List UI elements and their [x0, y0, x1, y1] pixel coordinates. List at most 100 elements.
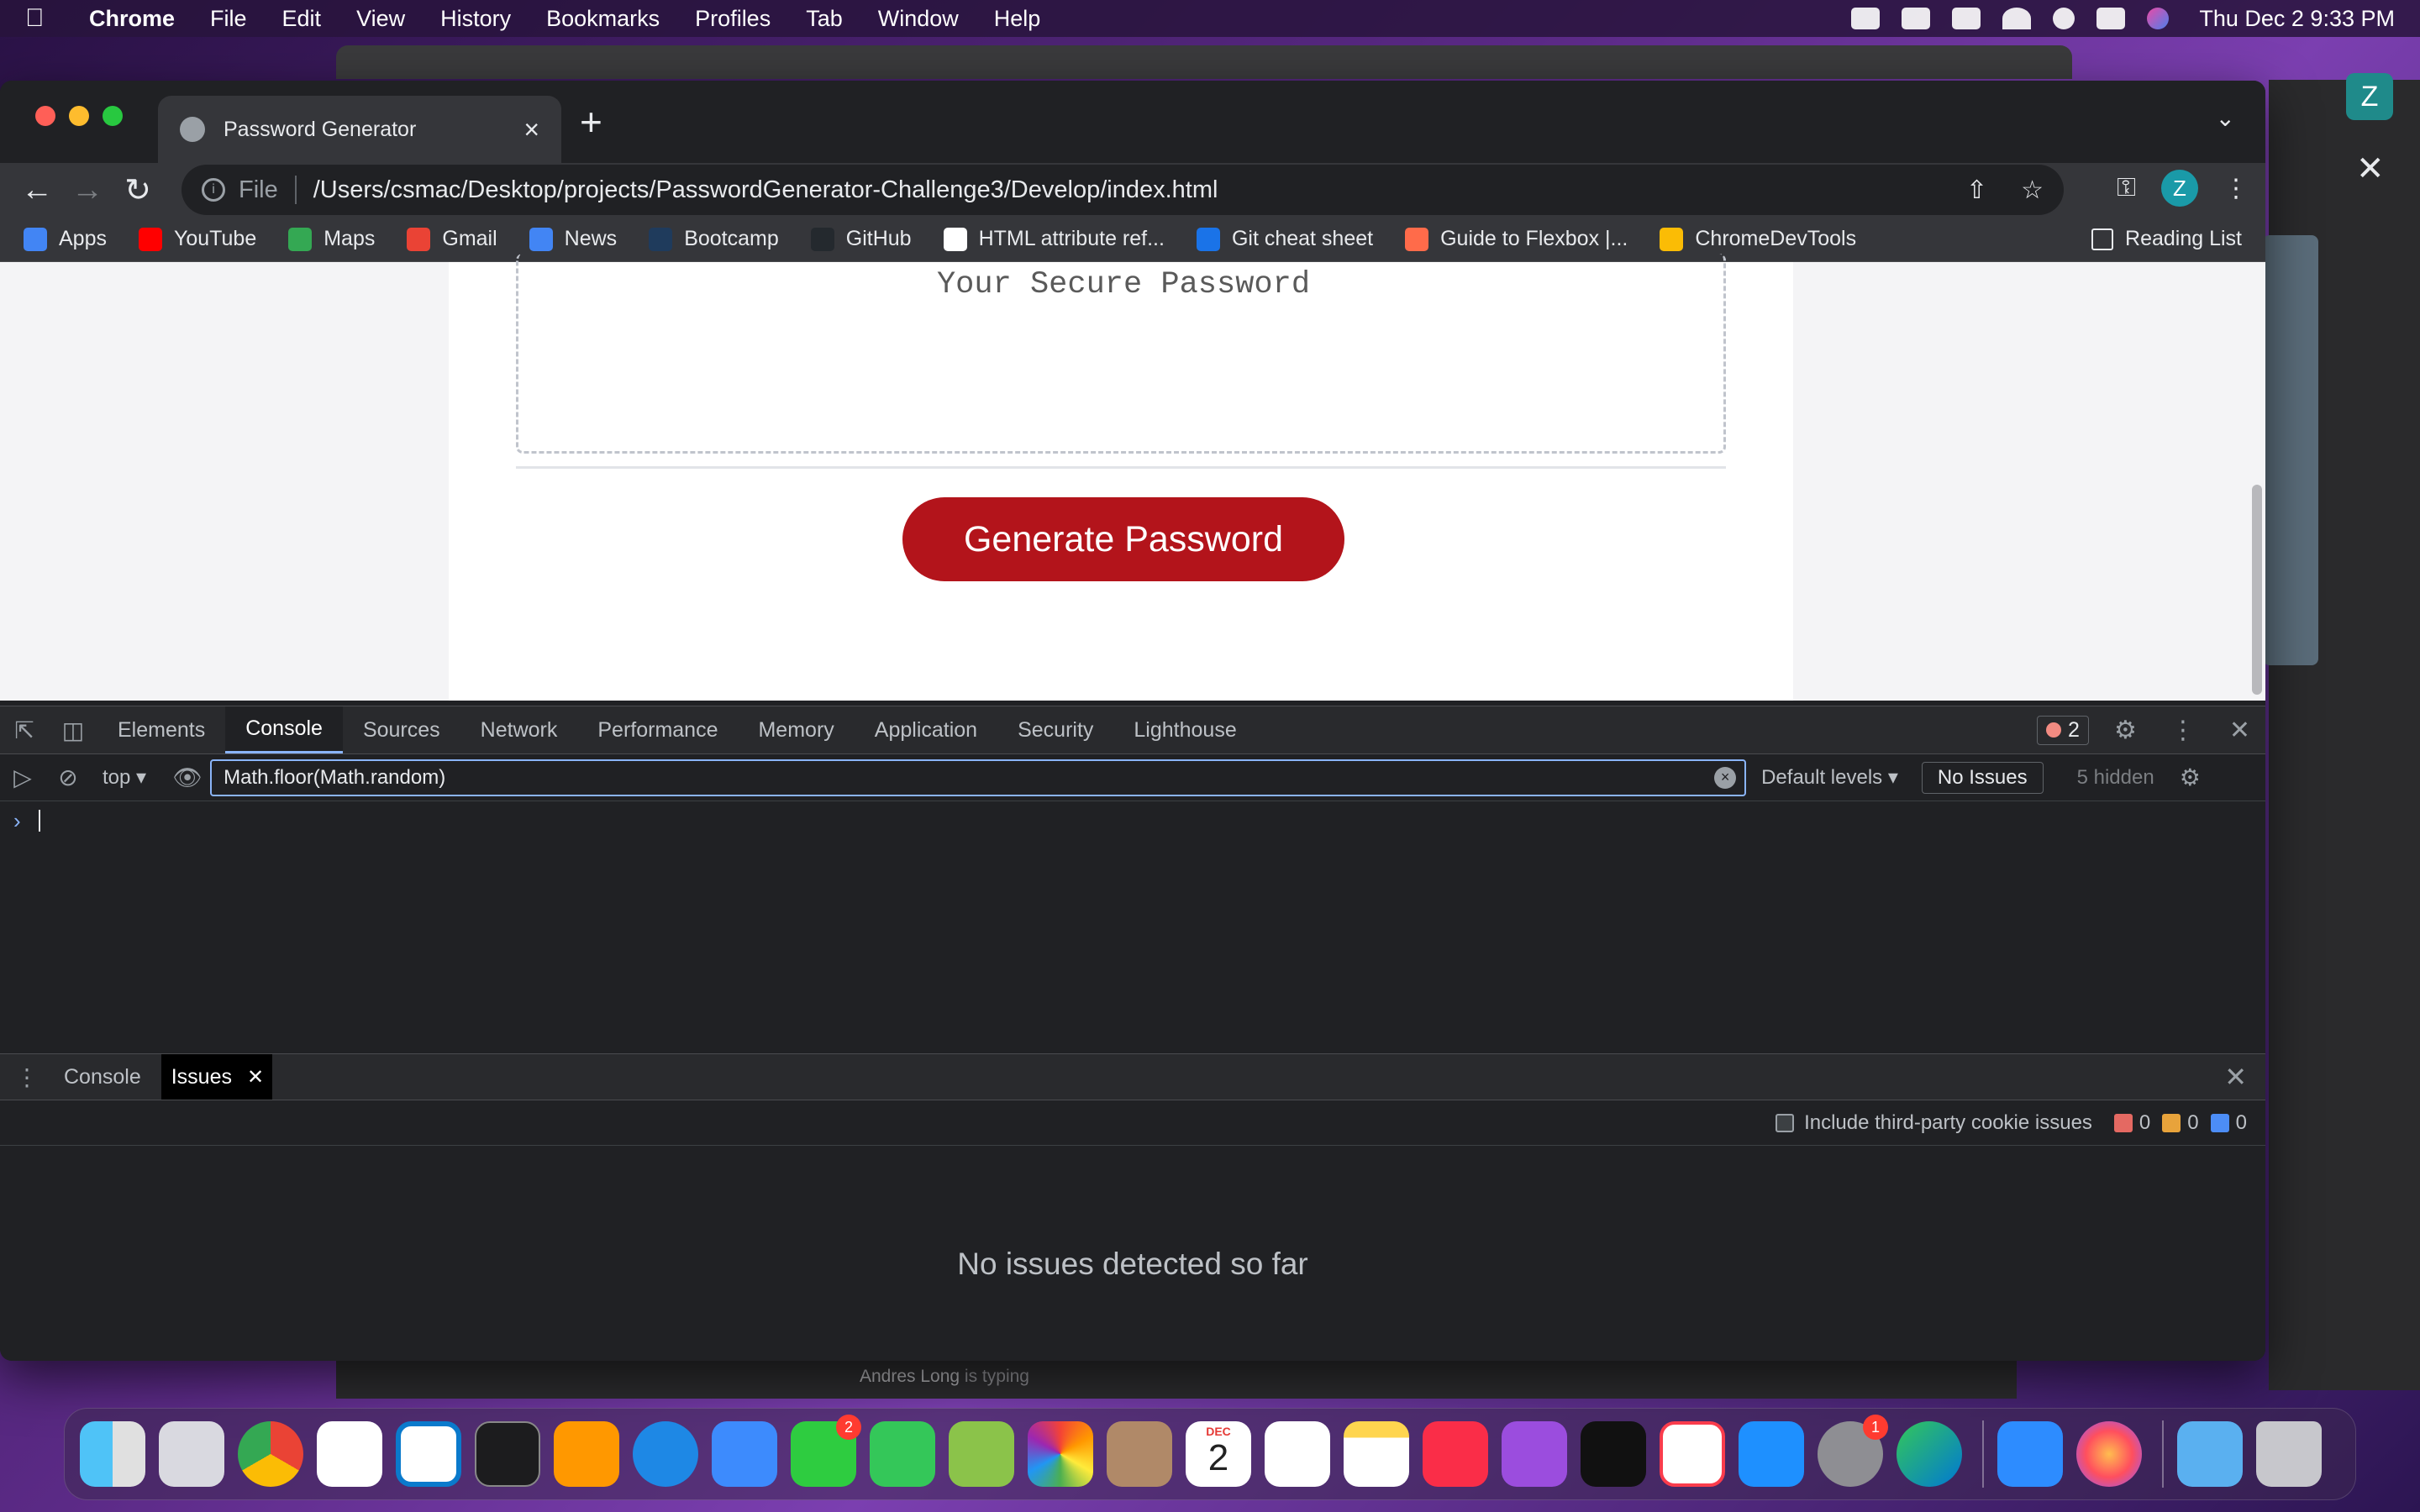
- clear-filter-icon[interactable]: ×: [1714, 766, 1737, 789]
- console-settings-gear-icon[interactable]: ⚙: [2180, 764, 2201, 791]
- downloads-folder-icon[interactable]: [2177, 1421, 2243, 1487]
- system-preferences-icon[interactable]: 1: [1818, 1415, 1888, 1487]
- photos-icon[interactable]: [1028, 1421, 1093, 1487]
- bookmark-guide-to-flexbox[interactable]: Guide to Flexbox |...: [1405, 227, 1628, 251]
- bookmark-chromedevtools[interactable]: ChromeDevTools: [1660, 227, 1856, 251]
- inspect-element-icon[interactable]: ⇱: [0, 706, 49, 753]
- menu-view[interactable]: View: [356, 6, 405, 32]
- wifi-icon[interactable]: [2002, 8, 2032, 29]
- menu-tab[interactable]: Tab: [806, 6, 843, 32]
- launchpad-icon[interactable]: [159, 1421, 224, 1487]
- device-toolbar-icon[interactable]: ◫: [49, 706, 97, 753]
- devtools-tab-network[interactable]: Network: [460, 706, 578, 753]
- live-expression-eye-icon[interactable]: 👁: [165, 764, 210, 791]
- terminal-icon[interactable]: [475, 1421, 540, 1487]
- page-scrollbar[interactable]: [2252, 485, 2262, 695]
- siri-icon[interactable]: [2147, 8, 2170, 29]
- apple-menu-icon[interactable]: : [25, 4, 59, 33]
- bookmark-gmail[interactable]: Gmail: [407, 227, 497, 251]
- bookmark-bootcamp[interactable]: Bootcamp: [649, 227, 779, 251]
- zoom-icon[interactable]: [1997, 1421, 2063, 1487]
- extensions-puzzle-icon[interactable]: ⚿: [2117, 174, 2136, 202]
- devtools-tab-sources[interactable]: Sources: [343, 706, 460, 753]
- vscode-icon[interactable]: [396, 1421, 461, 1487]
- calendar-icon[interactable]: DEC 2: [1186, 1421, 1251, 1487]
- third-party-cookie-checkbox[interactable]: [1776, 1113, 1795, 1132]
- devtools-tab-performance[interactable]: Performance: [577, 706, 738, 753]
- drawer-tab-close-icon[interactable]: ✕: [247, 1065, 264, 1089]
- chrome-menu-kebab-icon[interactable]: ⋮: [2223, 174, 2249, 203]
- menu-history[interactable]: History: [440, 6, 511, 32]
- bookmark-youtube[interactable]: YouTube: [138, 227, 256, 251]
- clear-console-icon[interactable]: ⊘: [45, 764, 91, 791]
- tab-search-chevron-icon[interactable]: ⌄: [2216, 104, 2235, 132]
- control-center-icon[interactable]: [2096, 8, 2126, 29]
- console-output[interactable]: ›: [0, 801, 2265, 1053]
- bookmark-maps[interactable]: Maps: [288, 227, 375, 251]
- site-info-icon[interactable]: i: [202, 178, 225, 202]
- new-tab-button[interactable]: +: [580, 99, 602, 144]
- bookmark-html-attribute-ref[interactable]: HTML attribute ref...: [943, 227, 1165, 251]
- drawer-tab-issues[interactable]: Issues ✕: [160, 1054, 273, 1100]
- bookmark-apps[interactable]: Apps: [24, 227, 107, 251]
- devtools-tab-console[interactable]: Console: [225, 706, 343, 753]
- bookmark-github[interactable]: GitHub: [810, 227, 912, 251]
- finder-icon[interactable]: [80, 1421, 145, 1487]
- forward-arrow-icon[interactable]: →: [62, 172, 113, 208]
- drawer-close-icon[interactable]: ✕: [2224, 1054, 2247, 1100]
- console-filter-input[interactable]: Math.floor(Math.random) ×: [210, 759, 1747, 796]
- url-text[interactable]: /Users/csmac/Desktop/projects/PasswordGe…: [313, 176, 1218, 204]
- context-selector[interactable]: top ▾: [103, 765, 146, 790]
- reading-list-button[interactable]: Reading List: [2091, 227, 2242, 251]
- menu-profiles[interactable]: Profiles: [695, 6, 771, 32]
- bookmark-news[interactable]: News: [529, 227, 617, 251]
- devtools-tab-memory[interactable]: Memory: [738, 706, 854, 753]
- sublime-text-icon[interactable]: [554, 1421, 619, 1487]
- display-status-icon[interactable]: [1902, 8, 1931, 29]
- sidebar-toggle-icon[interactable]: ▷: [0, 764, 45, 791]
- background-window-titlebar[interactable]: [336, 45, 2072, 79]
- menu-help[interactable]: Help: [994, 6, 1041, 32]
- menu-clock[interactable]: Thu Dec 2 9:33 PM: [2199, 6, 2395, 32]
- drawer-menu-kebab-icon[interactable]: ⋮: [0, 1054, 54, 1100]
- menu-file[interactable]: File: [210, 6, 247, 32]
- apple-tv-icon[interactable]: [1581, 1421, 1646, 1487]
- devtools-menu-kebab-icon[interactable]: ⋮: [2170, 716, 2196, 745]
- back-arrow-icon[interactable]: ←: [12, 172, 62, 208]
- podcasts-icon[interactable]: [1502, 1421, 1567, 1487]
- devtools-tab-lighthouse[interactable]: Lighthouse: [1113, 706, 1256, 753]
- mail-icon[interactable]: [712, 1421, 777, 1487]
- reload-icon[interactable]: ↻: [113, 171, 163, 209]
- menu-edit[interactable]: Edit: [282, 6, 322, 32]
- maps-icon[interactable]: [949, 1421, 1014, 1487]
- devtools-close-icon[interactable]: ✕: [2229, 716, 2250, 745]
- safari-icon[interactable]: [633, 1421, 698, 1487]
- reminders-icon[interactable]: [1265, 1421, 1330, 1487]
- console-input-caret[interactable]: [39, 810, 40, 832]
- zoom-window-button[interactable]: [103, 106, 123, 126]
- app-store-icon[interactable]: [1739, 1421, 1804, 1487]
- devtools-tab-elements[interactable]: Elements: [97, 706, 225, 753]
- bookmark-git-cheat-sheet[interactable]: Git cheat sheet: [1196, 227, 1373, 251]
- password-textarea[interactable]: Your Secure Password: [516, 254, 1726, 454]
- contacts-icon[interactable]: [1107, 1421, 1172, 1487]
- drawer-tab-console[interactable]: Console: [54, 1054, 150, 1100]
- minimize-window-button[interactable]: [69, 106, 89, 126]
- background-avatar[interactable]: Z: [2346, 73, 2393, 120]
- menu-window[interactable]: Window: [878, 6, 959, 32]
- news-icon[interactable]: [1660, 1421, 1725, 1487]
- profile-avatar[interactable]: Z: [2161, 170, 2198, 207]
- chrome-icon[interactable]: [238, 1421, 303, 1487]
- trash-icon[interactable]: [2256, 1421, 2322, 1487]
- facetime-icon[interactable]: 2: [791, 1415, 861, 1487]
- firefox-icon[interactable]: [2076, 1421, 2142, 1487]
- menu-app-name[interactable]: Chrome: [89, 6, 175, 32]
- generate-password-button[interactable]: Generate Password: [902, 497, 1344, 581]
- close-window-button[interactable]: [35, 106, 55, 126]
- share-icon[interactable]: ⇧: [1966, 176, 1987, 205]
- devtools-tab-application[interactable]: Application: [855, 706, 997, 753]
- spotlight-search-icon[interactable]: [2053, 8, 2075, 29]
- tab-password-generator[interactable]: Password Generator ×: [158, 96, 561, 163]
- devtools-tab-security[interactable]: Security: [997, 706, 1113, 753]
- log-levels-dropdown[interactable]: Default levels ▾: [1761, 765, 1898, 790]
